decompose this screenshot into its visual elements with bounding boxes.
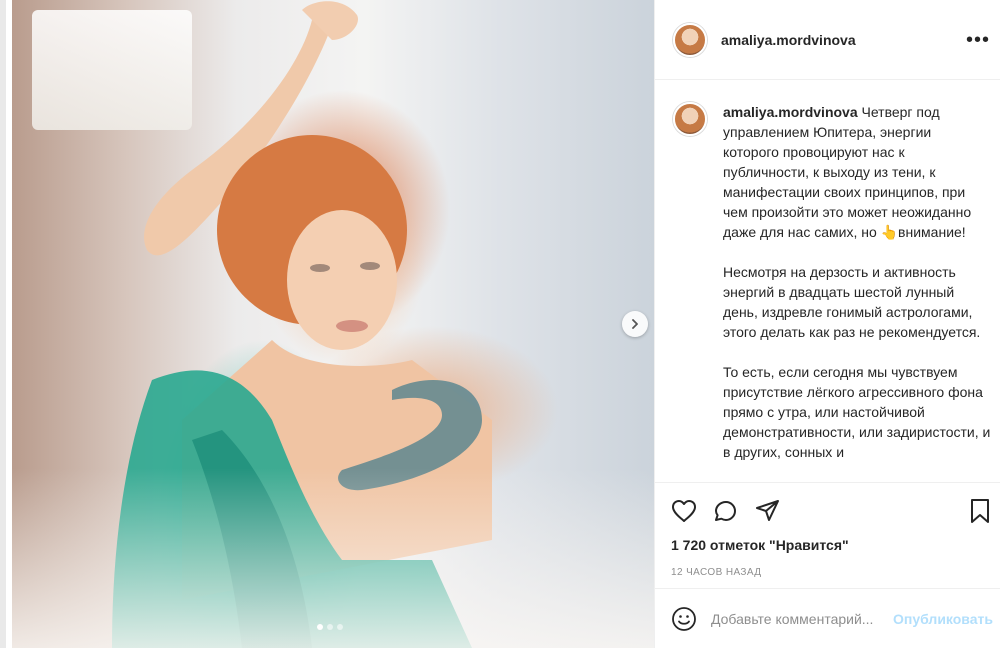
smiley-icon[interactable] [671, 606, 697, 632]
likes-count[interactable]: 1 720 отметок "Нравится" [671, 537, 991, 553]
carousel-indicator [317, 624, 343, 630]
comment-input[interactable] [711, 610, 889, 627]
floor-light [12, 468, 654, 648]
carousel-dot [327, 624, 333, 630]
heart-icon[interactable] [671, 499, 697, 523]
avatar[interactable] [673, 102, 707, 136]
publish-button[interactable]: Опубликовать [893, 611, 993, 627]
caption-row: amaliya.mordvinova Четверг под управлени… [673, 102, 991, 482]
caption-paragraph: Несмотря на дерзость и активность энерги… [723, 264, 981, 340]
comment-bar: Опубликовать [655, 588, 1000, 648]
carousel-dot-active [317, 624, 323, 630]
action-row [671, 497, 991, 525]
post-sidebar: amaliya.mordvinova ••• amaliya.mordvinov… [654, 0, 1000, 648]
chevron-right-icon [629, 318, 641, 330]
carousel-dot [337, 624, 343, 630]
post-timestamp[interactable]: 12 ЧАСОВ НАЗАД [671, 567, 991, 578]
carousel-next-button[interactable] [622, 311, 648, 337]
caption-username-link[interactable]: amaliya.mordvinova [723, 104, 858, 120]
caption-paragraph: amaliya.mordvinova Четверг под управлени… [723, 102, 991, 242]
caption-area: amaliya.mordvinova Четверг под управлени… [655, 80, 1000, 482]
avatar[interactable] [673, 22, 707, 57]
instagram-post-frame: amaliya.mordvinova ••• amaliya.mordvinov… [0, 0, 1000, 648]
comment-icon[interactable] [713, 498, 739, 524]
caption-paragraph: То есть, если сегодня мы чувствуем прису… [723, 364, 991, 460]
username-link[interactable]: amaliya.mordvinova [721, 32, 856, 48]
bookmark-icon[interactable] [969, 498, 991, 524]
post-actions: 1 720 отметок "Нравится" 12 ЧАСОВ НАЗАД [655, 482, 1000, 602]
caption-paragraph-text: Четверг под управлением Юпитера, энергии… [723, 104, 972, 240]
caption-text: amaliya.mordvinova Четверг под управлени… [723, 102, 991, 482]
post-photo[interactable] [12, 0, 654, 648]
paper-plane-icon[interactable] [755, 499, 781, 523]
more-options-icon[interactable]: ••• [966, 30, 990, 50]
post-header: amaliya.mordvinova ••• [655, 0, 1000, 80]
